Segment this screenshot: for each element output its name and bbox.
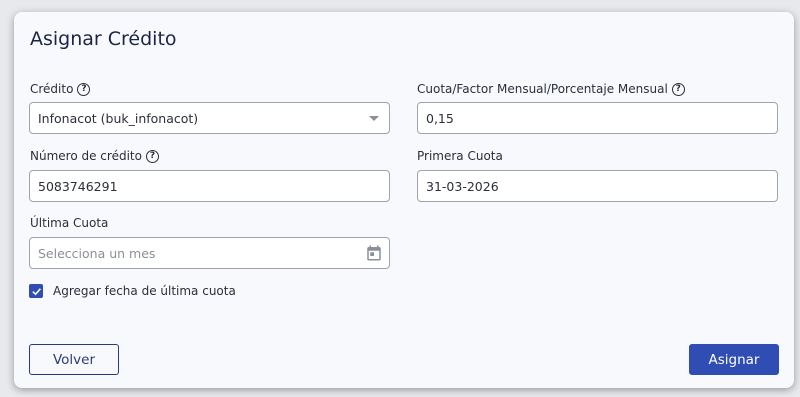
caret-down-icon	[369, 116, 379, 121]
numero-credito-input[interactable]: 5083746291	[29, 170, 390, 202]
primera-cuota-label-row: Primera Cuota	[417, 149, 503, 163]
checkmark-icon	[31, 287, 41, 295]
assign-credit-dialog: Asignar Crédito Crédito ? Infonacot (buk…	[14, 12, 794, 388]
ultima-cuota-label-row: Última Cuota	[30, 216, 108, 230]
primera-cuota-label: Primera Cuota	[417, 149, 503, 163]
cuota-factor-value: 0,15	[426, 110, 454, 126]
agregar-fecha-checkbox-row[interactable]: Agregar fecha de última cuota	[29, 284, 236, 298]
cuota-factor-label: Cuota/Factor Mensual/Porcentaje Mensual	[417, 82, 668, 96]
numero-credito-label-row: Número de crédito ?	[30, 149, 159, 163]
dialog-title: Asignar Crédito	[30, 28, 177, 50]
agregar-fecha-checkbox[interactable]	[29, 284, 43, 298]
agregar-fecha-label: Agregar fecha de última cuota	[53, 284, 236, 298]
numero-credito-value: 5083746291	[38, 178, 118, 194]
volver-button[interactable]: Volver	[29, 344, 119, 375]
cuota-factor-label-row: Cuota/Factor Mensual/Porcentaje Mensual …	[417, 82, 685, 96]
ultima-cuota-label: Última Cuota	[30, 216, 109, 230]
credito-label-row: Crédito ?	[30, 82, 91, 96]
credito-select-value: Infonacot (buk_infonacot)	[38, 110, 199, 126]
asignar-button[interactable]: Asignar	[689, 344, 779, 375]
calendar-icon[interactable]	[365, 244, 383, 262]
question-circle-icon[interactable]: ?	[77, 82, 91, 96]
question-circle-icon[interactable]: ?	[145, 149, 159, 163]
primera-cuota-input[interactable]: 31-03-2026	[417, 170, 778, 202]
credito-label: Crédito	[30, 82, 74, 96]
cuota-factor-input[interactable]: 0,15	[417, 102, 778, 134]
credito-select[interactable]: Infonacot (buk_infonacot)	[29, 102, 390, 134]
question-circle-icon[interactable]: ?	[671, 82, 685, 96]
numero-credito-label: Número de crédito	[30, 149, 142, 163]
primera-cuota-value: 31-03-2026	[426, 178, 499, 194]
ultima-cuota-placeholder: Selecciona un mes	[38, 245, 156, 261]
ultima-cuota-input[interactable]: Selecciona un mes	[29, 237, 390, 269]
